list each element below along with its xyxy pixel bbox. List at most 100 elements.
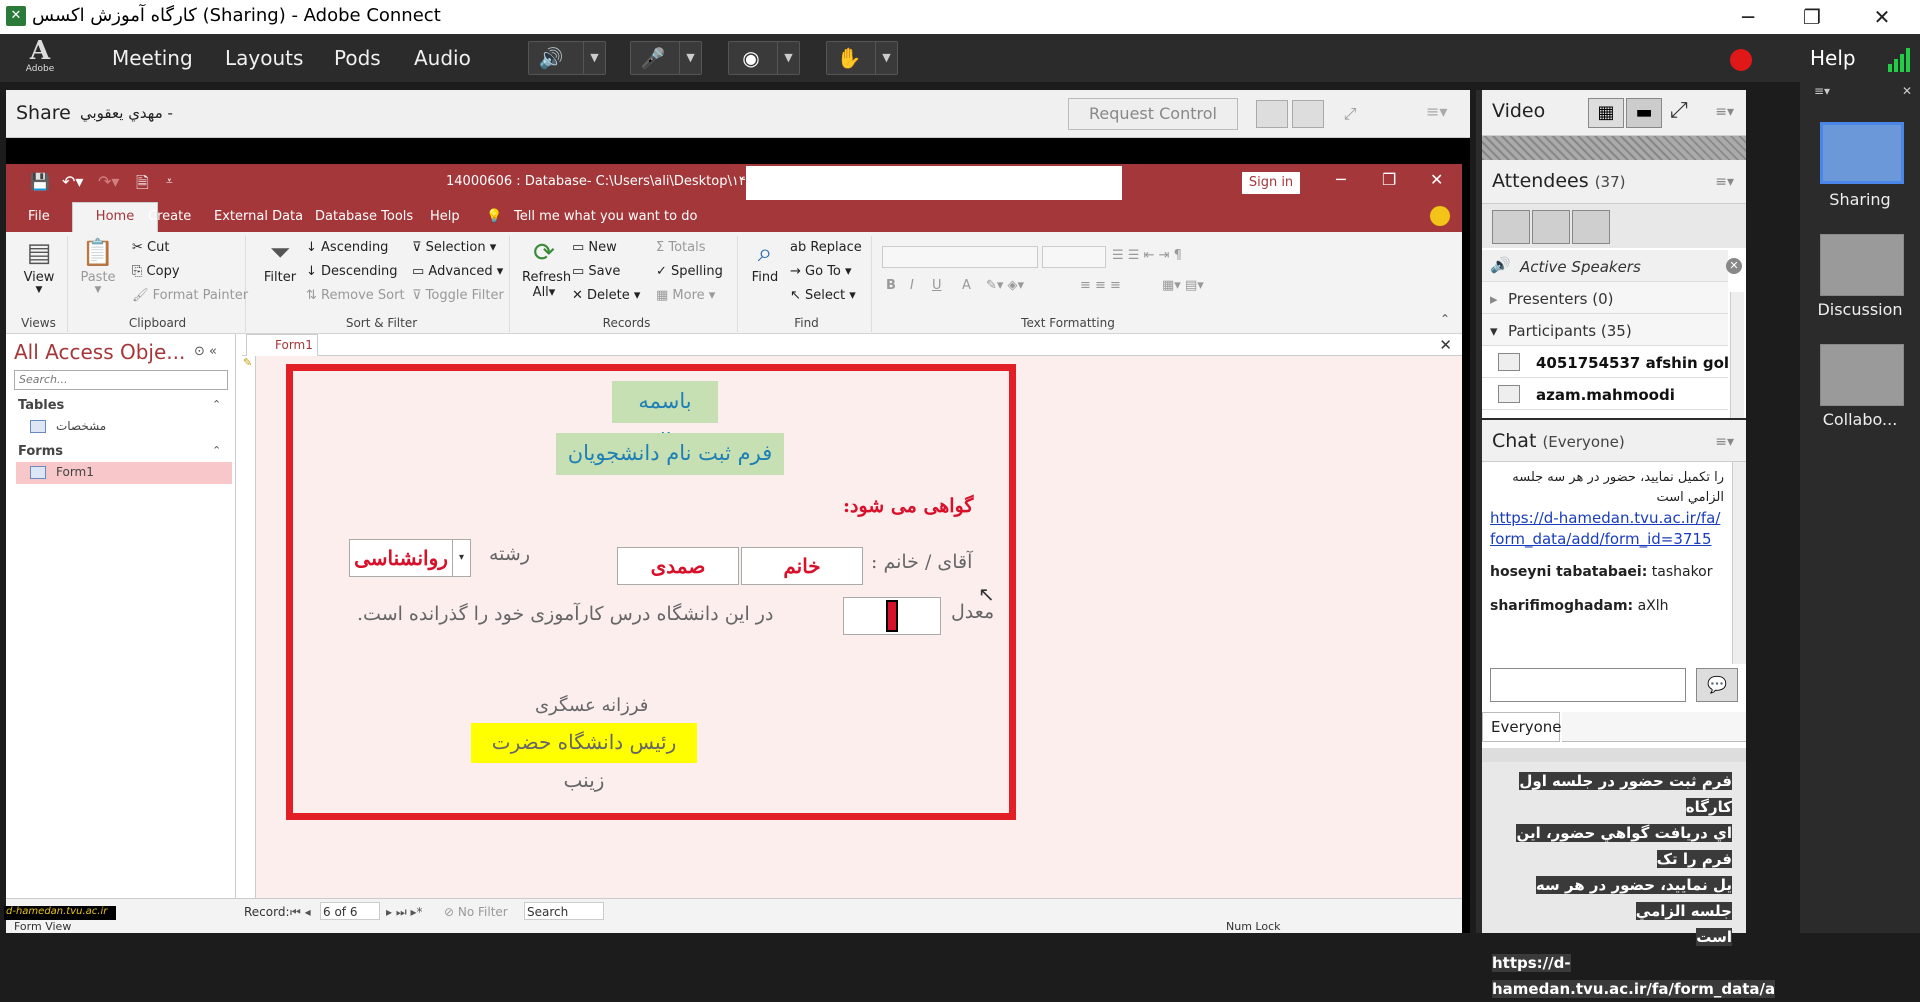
italic-button[interactable]: I [910,278,914,293]
tab-create[interactable]: Create [148,209,191,224]
underline-button[interactable]: U [932,278,942,293]
ascending-button[interactable]: ↓ Ascending [306,240,388,255]
status-view-icon[interactable] [1572,210,1610,244]
layout-discussion-thumbnail[interactable] [1820,234,1904,296]
nav-pane-header[interactable]: All Access Obje... [14,340,185,364]
layout-collaboration-thumbnail[interactable] [1820,344,1904,406]
pod-menu-icon[interactable]: ≡▾ [1715,174,1734,190]
first-record-icon[interactable]: ⏮ ◂ [290,905,311,920]
cut-button[interactable]: ✂ Cut [132,240,169,255]
close-speakers-icon[interactable]: ✕ [1726,258,1742,274]
recording-indicator-icon[interactable] [1730,49,1752,71]
next-record-icon[interactable]: ▸ ⏭ ▸* [386,905,422,920]
save-icon[interactable]: 💾 [30,172,50,191]
presenters-row[interactable]: ▸ Presenters (0) [1482,282,1728,314]
layout-discussion-label[interactable]: Discussion [1800,300,1920,319]
goto-dropdown[interactable]: → Go To ▾ [790,264,852,279]
attendee-row[interactable]: 4051754537 afshin golzari. ... [1482,346,1728,378]
remove-sort-button[interactable]: ⇅ Remove Sort [306,288,405,303]
spelling-button[interactable]: ✓ Spelling [656,264,723,279]
close-form-icon[interactable]: ✕ [1439,336,1452,354]
close-layouts-icon[interactable]: ✕ [1902,84,1912,98]
selection-dropdown[interactable]: ⊽ Selection ▾ [412,240,496,255]
raise-hand-control[interactable]: ✋ ▼ [826,41,898,75]
help-menu[interactable]: Help [1810,46,1856,70]
copy-button[interactable]: ⎘ Copy [132,264,180,279]
more-dropdown[interactable]: ▦ More ▾ [656,288,715,303]
chevron-down-icon[interactable]: ▾ [452,540,470,576]
chevron-down-icon[interactable]: ▼ [777,42,799,74]
layouts-menu-icon[interactable]: ≡▾ [1814,84,1830,98]
collapse-ribbon-icon[interactable]: ⌃ [1440,312,1450,326]
descending-button[interactable]: ↓ Descending [306,264,398,279]
select-dropdown[interactable]: ↖ Select ▾ [790,288,856,303]
record-search-input[interactable]: Search [524,902,604,920]
menu-meeting[interactable]: Meeting [112,46,193,70]
tab-home[interactable]: Home [72,202,158,232]
microphone-icon[interactable]: 🎤 [631,42,675,74]
save-record-button[interactable]: ▭ Save [572,264,620,279]
collapse-tables-icon[interactable]: ⌃ [212,398,221,411]
format-painter-button[interactable]: 🖌 Format Painter [132,288,248,303]
chat-scrollbar[interactable] [1732,462,1746,664]
nav-form-item[interactable]: Form1 [16,462,232,484]
font-name-select[interactable] [882,246,1038,268]
fullscreen-video-icon[interactable]: ⤢ [1670,98,1688,123]
filter-button[interactable]: ⏷ Filter [260,236,300,285]
chat-tab-everyone[interactable]: Everyone [1482,712,1562,742]
close-button[interactable]: ✕ [1862,2,1902,32]
fullscreen-icon[interactable]: ⤢ [1334,100,1366,128]
camera-control[interactable]: ◉ ▼ [728,41,800,75]
last-name-field[interactable]: صمدی [617,547,739,585]
chevron-down-icon[interactable]: ▼ [875,42,897,74]
layout-collaboration-label[interactable]: Collabo... [1800,410,1920,429]
menu-pods[interactable]: Pods [334,46,381,70]
redo-icon[interactable]: ↷▾ [98,172,119,191]
form-tab[interactable]: Form1 [246,334,318,356]
participants-row[interactable]: ▾ Participants (35) [1482,314,1728,346]
chat-input[interactable] [1490,668,1686,702]
nav-section-forms[interactable]: Forms [18,444,63,459]
raise-hand-icon[interactable]: ✋ [827,42,871,74]
pod-menu-icon[interactable]: ≡▾ [1426,102,1447,121]
print-preview-icon[interactable]: 🗎 [136,172,149,199]
attendees-scrollbar[interactable] [1730,292,1744,418]
maximize-button[interactable]: ❐ [1792,2,1832,32]
bold-button[interactable]: B [886,278,896,293]
chevron-down-icon[interactable]: ▼ [679,42,701,74]
advanced-dropdown[interactable]: ▭ Advanced ▾ [412,264,503,279]
tell-me-search[interactable]: Tell me what you want to do [514,209,697,224]
pod-menu-icon[interactable]: ≡▾ [1715,104,1734,120]
bullets-icon[interactable]: ☰ ☰ ⇤ ⇥ ¶ [1112,248,1182,263]
highlight-icon[interactable]: ✎▾ ◈▾ [986,278,1024,293]
access-restore-icon[interactable]: ❐ [1382,170,1396,189]
access-minimize-icon[interactable]: ─ [1336,170,1346,189]
nav-dropdown-icon[interactable]: ⊙ « [194,344,217,359]
access-close-icon[interactable]: ✕ [1430,170,1443,189]
attendee-row[interactable]: azam.mahmoodi [1482,378,1728,410]
nav-table-item[interactable]: مشخصات [16,416,232,438]
chevron-down-icon[interactable]: ▼ [583,42,605,74]
speaker-icon[interactable]: 🔊 [529,42,573,74]
layout-sharing-thumbnail[interactable] [1820,122,1904,184]
filmstrip-view-icon[interactable]: ▬ [1626,98,1662,128]
breakout-view-icon[interactable] [1532,210,1570,244]
list-view-icon[interactable] [1492,210,1530,244]
microphone-control[interactable]: 🎤 ▼ [630,41,702,75]
pod-menu-icon[interactable]: ≡▾ [1715,434,1734,450]
layout-sharing-label[interactable]: Sharing [1800,190,1920,209]
average-field[interactable] [843,597,941,635]
no-filter-indicator[interactable]: ⊘ No Filter [444,905,508,919]
first-name-field[interactable]: خانم [741,547,863,585]
menu-audio[interactable]: Audio [414,46,471,70]
tab-external-data[interactable]: External Data [214,209,303,224]
gridlines-icon[interactable]: ▦▾ ▤▾ [1162,278,1204,293]
toggle-filter-button[interactable]: ⊽ Toggle Filter [412,288,504,303]
replace-button[interactable]: ab Replace [790,240,862,255]
refresh-all-button[interactable]: ⟳ Refresh All▾ [522,236,571,300]
chat-message-link[interactable]: https://d-hamedan.tvu.ac.ir/fa/form_data… [1490,509,1720,548]
request-control-button[interactable]: Request Control [1068,98,1238,130]
totals-button[interactable]: Σ Totals [656,240,706,255]
tab-help[interactable]: Help [430,209,460,224]
font-size-select[interactable] [1042,246,1106,268]
